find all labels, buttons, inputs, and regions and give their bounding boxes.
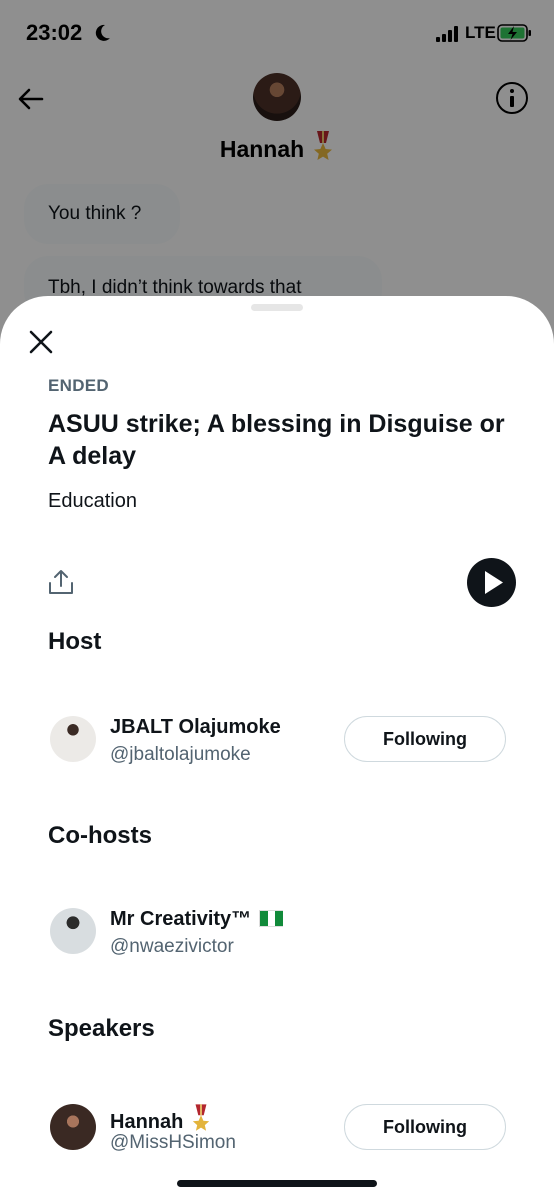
cohost-handle: @nwaezivictor	[110, 936, 234, 957]
medal-icon	[193, 1104, 210, 1131]
close-icon[interactable]	[28, 329, 54, 355]
cohost-row[interactable]: Mr Creativity™ @nwaezivictor	[50, 908, 510, 958]
host-handle: @jbaltolajumoke	[110, 744, 251, 765]
cohost-name: Mr Creativity™	[110, 908, 252, 930]
nigeria-flag-icon	[259, 910, 284, 927]
speaker-row[interactable]: Hannah @MissHSimon Following	[50, 1104, 510, 1154]
play-icon	[485, 571, 503, 594]
host-row[interactable]: JBALT Olajumoke @jbaltolajumoke Followin…	[50, 716, 510, 766]
speaker-name-line: Hannah	[110, 1104, 211, 1134]
space-state-label: ENDED	[48, 376, 110, 395]
section-heading-cohosts: Co-hosts	[48, 822, 152, 849]
space-title: ASUU strike; A blessing in Disguise or A…	[48, 410, 505, 470]
avatar[interactable]	[50, 908, 96, 954]
host-name: JBALT Olajumoke	[110, 716, 281, 738]
share-icon[interactable]	[47, 568, 75, 596]
sheet-grabber[interactable]	[251, 304, 303, 311]
space-details-sheet: ENDED ASUU strike; A blessing in Disguis…	[0, 296, 554, 1200]
space-topic[interactable]: Education	[48, 490, 137, 513]
avatar[interactable]	[50, 1104, 96, 1150]
speaker-handle: @MissHSimon	[110, 1132, 236, 1153]
cohost-name-line: Mr Creativity™	[110, 908, 284, 931]
following-button[interactable]: Following	[344, 716, 506, 762]
play-recording-button[interactable]	[467, 558, 516, 607]
following-button[interactable]: Following	[344, 1104, 506, 1150]
section-heading-host: Host	[48, 628, 102, 655]
section-heading-speakers: Speakers	[48, 1015, 155, 1042]
speaker-name: Hannah	[110, 1111, 184, 1133]
home-indicator[interactable]	[177, 1180, 377, 1187]
avatar[interactable]	[50, 716, 96, 762]
